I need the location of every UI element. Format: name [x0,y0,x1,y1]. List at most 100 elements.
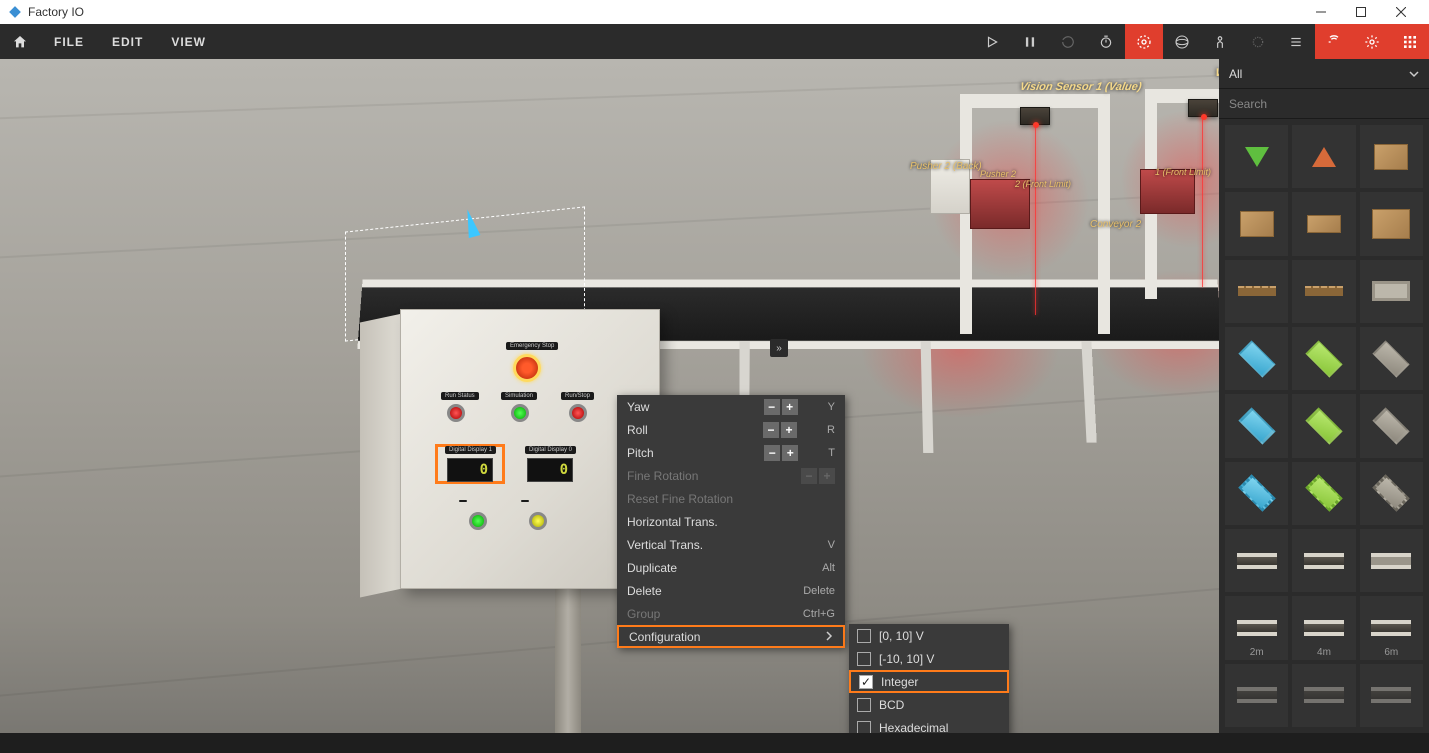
ctx-fine-rotation: Fine Rotation −+ [617,464,845,487]
chevron-down-icon [1409,67,1419,81]
part-tile-blue-2[interactable] [1225,394,1288,457]
button-5[interactable] [529,512,547,530]
part-conveyor-4m[interactable]: 4m [1292,596,1355,659]
menu-edit[interactable]: EDIT [98,24,157,59]
close-button[interactable] [1381,0,1421,24]
conveyor-direction-icon: » [770,339,788,357]
cfg-bcd[interactable]: BCD [849,693,1009,716]
part-box-flat[interactable] [1292,192,1355,255]
checkbox-icon [857,698,871,712]
part-pallet-1[interactable] [1225,260,1288,323]
part-conveyor-2m[interactable]: 2m [1225,596,1288,659]
sensors-button[interactable] [1315,24,1353,59]
roll-minus-button[interactable]: − [763,422,779,438]
part-extra-1[interactable] [1225,664,1288,727]
part-conveyor-a[interactable] [1225,529,1288,592]
part-tile-green-1[interactable] [1292,327,1355,390]
button4-label [459,500,467,502]
cfg-0-10v[interactable]: [0, 10] V [849,624,1009,647]
palette-filter-dropdown[interactable]: All [1219,59,1429,89]
button-runstatus[interactable] [447,404,465,422]
menubar: FILE EDIT VIEW [0,24,1429,59]
orbit-button[interactable] [1163,24,1201,59]
snap-button[interactable] [1239,24,1277,59]
part-conveyor-6m[interactable]: 6m [1360,596,1423,659]
minimize-button[interactable] [1301,0,1341,24]
part-conveyor-b[interactable] [1292,529,1355,592]
ctx-htrans[interactable]: Horizontal Trans. [617,510,845,533]
timer-button[interactable] [1087,24,1125,59]
part-remover[interactable] [1292,125,1355,188]
label-pusher1-front: 1 (Front Limit) [1155,167,1211,177]
reset-button[interactable] [1049,24,1087,59]
pause-button[interactable] [1011,24,1049,59]
ctx-group: GroupCtrl+G [617,602,845,625]
button1-label: Run Status [441,392,479,400]
part-extra-3[interactable] [1360,664,1423,727]
cfg-neg10-10v[interactable]: [-10, 10] V [849,647,1009,670]
button-4[interactable] [469,512,487,530]
yaw-minus-button[interactable]: − [764,399,780,415]
home-button[interactable] [0,24,40,59]
ctx-roll[interactable]: Roll −+ R [617,418,845,441]
parts-palette: All Search 2m 4m 6m [1219,59,1429,733]
list-button[interactable] [1277,24,1315,59]
palette-button[interactable] [1391,24,1429,59]
emergency-stop-button[interactable] [513,354,541,382]
label-vision-sensor-1: Vision Sensor 1 (Value) [1019,81,1143,93]
3d-viewport[interactable]: » Vision Sensor 1 (Value) Vision Sensor … [0,59,1429,753]
configuration-submenu: [0, 10] V [-10, 10] V ✓Integer BCD Hexad… [849,624,1009,739]
titlebar: Factory IO [0,0,1429,24]
part-conveyor-c[interactable] [1360,529,1423,592]
part-tile-blue-1[interactable] [1225,327,1288,390]
button5-label [521,500,529,502]
ctx-configuration[interactable]: Configuration [617,625,845,648]
settings-button[interactable] [1353,24,1391,59]
part-tile-green-3[interactable] [1292,462,1355,525]
button-simulation[interactable] [511,404,529,422]
part-emitter[interactable] [1225,125,1288,188]
part-tile-green-2[interactable] [1292,394,1355,457]
palette-search-input[interactable]: Search [1219,89,1429,119]
part-box-med[interactable] [1225,192,1288,255]
checkbox-icon [857,629,871,643]
camera-mode-button[interactable] [1125,24,1163,59]
context-menu: Yaw −+ Y Roll −+ R Pitch −+ T Fine Rotat… [617,395,845,648]
ctx-duplicate[interactable]: DuplicateAlt [617,556,845,579]
maximize-button[interactable] [1341,0,1381,24]
yaw-plus-button[interactable]: + [782,399,798,415]
label-pusher2: Pusher 2 [980,169,1016,179]
ctx-delete[interactable]: DeleteDelete [617,579,845,602]
part-extra-2[interactable] [1292,664,1355,727]
app-title: Factory IO [28,5,84,19]
part-box-large[interactable] [1360,192,1423,255]
menu-view[interactable]: VIEW [157,24,220,59]
cfg-integer[interactable]: ✓Integer [849,670,1009,693]
pitch-plus-button[interactable]: + [782,445,798,461]
button-runstop[interactable] [569,404,587,422]
ctx-yaw[interactable]: Yaw −+ Y [617,395,845,418]
digital-display-1[interactable]: 0 [447,458,493,482]
play-button[interactable] [973,24,1011,59]
roll-plus-button[interactable]: + [781,422,797,438]
part-tile-grey-3[interactable] [1360,462,1423,525]
label-conveyor-2: Conveyor 2 [1090,219,1141,230]
app-logo-icon [8,5,22,19]
part-box-small[interactable] [1360,125,1423,188]
part-tray[interactable] [1360,260,1423,323]
ctx-vtrans[interactable]: Vertical Trans.V [617,533,845,556]
part-tile-grey-2[interactable] [1360,394,1423,457]
vision-sensor-1 [1020,107,1050,125]
pitch-minus-button[interactable]: − [764,445,780,461]
label-front-limit: 2 (Front Limit) [1015,179,1071,189]
digital-display-0[interactable]: 0 [527,458,573,482]
part-tile-grey-1[interactable] [1360,327,1423,390]
menu-file[interactable]: FILE [40,24,98,59]
part-pallet-2[interactable] [1292,260,1355,323]
button3-label: Run/Stop [561,392,594,400]
part-tile-blue-3[interactable] [1225,462,1288,525]
vision-sensor-2 [1188,99,1218,117]
ctx-pitch[interactable]: Pitch −+ T [617,441,845,464]
first-person-button[interactable] [1201,24,1239,59]
checkbox-checked-icon: ✓ [859,675,873,689]
